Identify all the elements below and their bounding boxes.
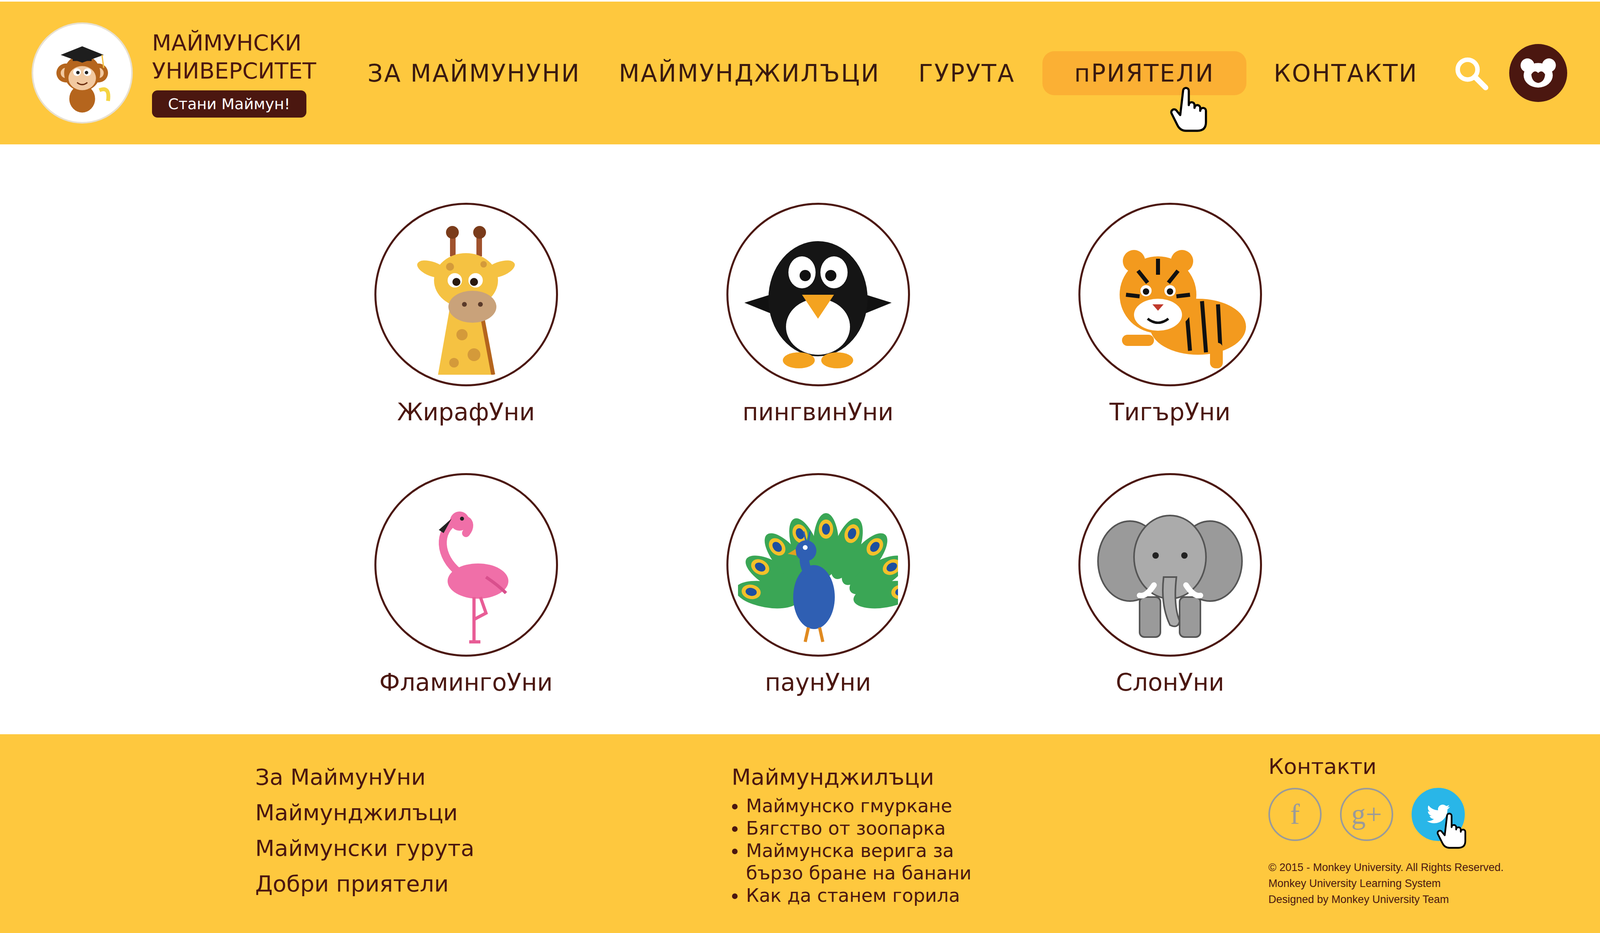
brand-title-line[interactable]: УНИВЕРСИТЕТ [152, 56, 316, 85]
nav-label[interactable]: КОНТАКТИ [1273, 59, 1418, 88]
brand-text: МАЙМУНСКИУНИВЕРСИТЕТ Стани Маймун! [152, 28, 316, 118]
brand-title-line[interactable]: МАЙМУНСКИ [152, 28, 316, 57]
header: МАЙМУНСКИУНИВЕРСИТЕТ Стани Маймун! ЗА МА… [0, 1, 1600, 145]
footer-links: За МаймунУниМаймунджилъциМаймунски гурут… [255, 759, 732, 923]
footer: За МаймунУниМаймунджилъциМаймунски гурут… [0, 734, 1600, 933]
copyright: © 2015 - Monkey University. All Rights R… [1268, 859, 1504, 908]
page: МАЙМУНСКИУНИВЕРСИТЕТ Стани Маймун! ЗА МА… [0, 0, 1600, 933]
friend-name[interactable]: ФламингоУни [379, 668, 553, 697]
penguin-icon [738, 214, 898, 375]
friend-name[interactable]: пингвинУни [742, 397, 894, 427]
friend-card[interactable]: ТигърУни [994, 202, 1346, 427]
cta-button[interactable]: Стани Маймун! [152, 90, 307, 118]
friend-avatar[interactable] [374, 473, 558, 657]
elephant-icon [1090, 485, 1250, 646]
friend-name[interactable]: паунУни [764, 668, 872, 697]
friend-name[interactable]: ТигърУни [1109, 397, 1231, 427]
social-button[interactable]: g+ [1340, 788, 1394, 842]
friend-card[interactable]: ФламингоУни [290, 473, 642, 697]
social-links: f g+ [1268, 788, 1465, 842]
friend-avatar[interactable] [726, 473, 910, 657]
footer-link[interactable]: За МаймунУни [255, 759, 732, 795]
footer-contacts: Контакти f g+ © 2015 - Monkey University… [1268, 759, 1600, 923]
friend-card[interactable]: СлонУни [994, 473, 1346, 697]
footer-section-line: бързо бране на банани [746, 862, 1269, 885]
main-nav: ЗА МАЙМУНУНИ МАЙМУНДЖИЛЪЦИ ГУРУТА пРИЯТЕ… [356, 51, 1430, 96]
twitter-bird-icon [1421, 797, 1456, 832]
nav-label[interactable]: МАЙМУНДЖИЛЪЦИ [618, 59, 880, 88]
logo[interactable] [31, 22, 133, 124]
nav-item[interactable]: КОНТАКТИ [1262, 51, 1430, 96]
copyright-line: Designed by Monkey University Team [1268, 891, 1504, 908]
footer-section-item[interactable]: Как да станем горила [746, 884, 1269, 907]
friend-avatar[interactable] [1078, 473, 1262, 657]
friend-card[interactable]: паунУни [642, 473, 994, 697]
nav-item[interactable]: ЗА МАЙМУНУНИ [356, 51, 592, 96]
social-glyph: g+ [1351, 798, 1382, 832]
search-icon[interactable] [1453, 55, 1490, 92]
copyright-line: © 2015 - Monkey University. All Rights R… [1268, 859, 1504, 876]
friend-avatar[interactable] [374, 202, 558, 387]
social-glyph: f [1290, 798, 1300, 832]
contacts-title[interactable]: Контакти [1268, 752, 1377, 781]
friend-card[interactable]: ЖирафУни [290, 202, 642, 427]
footer-section-line: Как да станем горила [746, 884, 1269, 907]
footer-section-line: Бягство от зоопарка [746, 817, 1269, 840]
footer-link[interactable]: Маймунджилъци [255, 794, 732, 831]
footer-section-item[interactable]: Маймунска верига забързо бране на банани [746, 839, 1269, 885]
footer-section-item[interactable]: Бягство от зоопарка [746, 817, 1269, 840]
nav-item[interactable]: ГУРУТА [907, 51, 1027, 96]
brand[interactable]: МАЙМУНСКИУНИВЕРСИТЕТ Стани Маймун! [31, 22, 316, 124]
friends-grid: ЖирафУни пингвинУни ТигърУни ФламингоУни… [0, 144, 1600, 735]
friend-avatar[interactable] [726, 202, 910, 387]
footer-section-title[interactable]: Маймунджилъци [731, 759, 1269, 795]
footer-link[interactable]: Маймунски гурута [255, 830, 732, 866]
giraffe-icon [386, 214, 546, 375]
footer-section-line: Маймунско гмуркане [746, 794, 1269, 818]
copyright-line: Monkey University Learning System [1268, 875, 1504, 892]
footer-link[interactable]: Добри приятели [255, 866, 732, 902]
hand-cursor-icon [1435, 812, 1468, 852]
tiger-icon [1090, 214, 1250, 375]
account-button[interactable] [1509, 44, 1568, 102]
footer-section: Маймунджилъци Маймунско гмурканеБягство … [731, 759, 1269, 923]
monkey-logo-icon[interactable] [39, 30, 126, 116]
footer-section-item[interactable]: Маймунско гмуркане [746, 794, 1269, 818]
social-button[interactable]: f [1268, 788, 1322, 842]
peacock-icon [738, 485, 898, 646]
footer-section-line: Маймунска верига за [746, 839, 1269, 862]
friend-avatar[interactable] [1078, 202, 1262, 387]
hand-cursor-icon [1168, 85, 1209, 137]
footer-section-list: Маймунско гмурканеБягство от зоопаркаМай… [731, 794, 1269, 907]
nav-label[interactable]: пРИЯТЕЛИ [1074, 59, 1215, 88]
bear-head-icon[interactable] [1515, 50, 1562, 96]
friend-name[interactable]: СлонУни [1116, 668, 1225, 697]
nav-item[interactable]: пРИЯТЕЛИ [1042, 51, 1247, 96]
friend-card[interactable]: пингвинУни [642, 202, 994, 427]
nav-label[interactable]: ЗА МАЙМУНУНИ [367, 59, 581, 88]
brand-title[interactable]: МАЙМУНСКИУНИВЕРСИТЕТ [152, 28, 316, 85]
friend-name[interactable]: ЖирафУни [397, 397, 536, 427]
flamingo-icon [386, 485, 546, 646]
social-button[interactable] [1411, 788, 1465, 842]
nav-label[interactable]: ГУРУТА [918, 59, 1016, 88]
nav-item[interactable]: МАЙМУНДЖИЛЪЦИ [607, 51, 892, 96]
